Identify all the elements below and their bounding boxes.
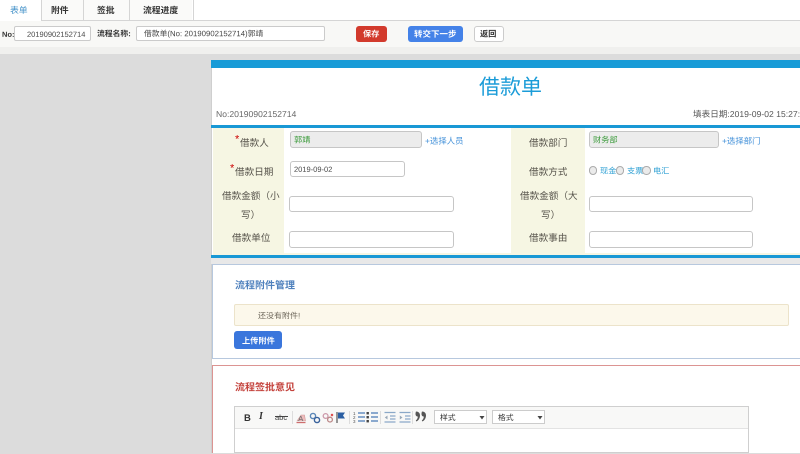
svg-text:A: A [298,414,303,423]
svg-text:3: 3 [353,419,356,423]
